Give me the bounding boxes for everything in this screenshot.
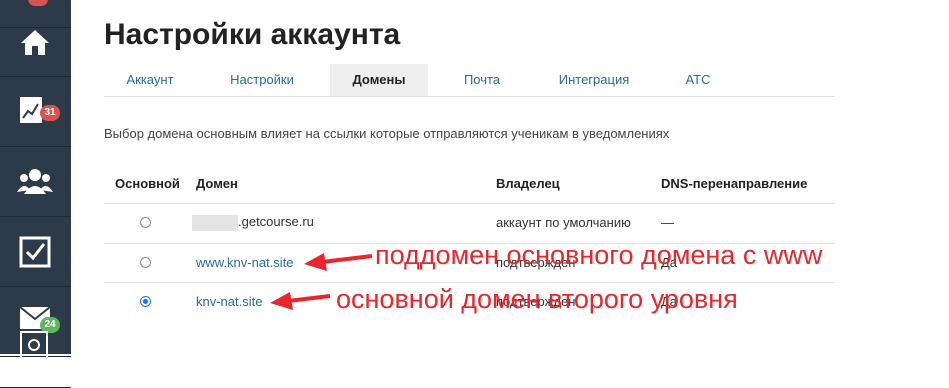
annotation-main-domain: основной домен второго уровня (336, 284, 738, 314)
annotation-subdomain: поддомен основного домена с www (375, 240, 823, 270)
arrow-subdomain (304, 253, 373, 271)
arrow-main-domain (270, 292, 331, 310)
